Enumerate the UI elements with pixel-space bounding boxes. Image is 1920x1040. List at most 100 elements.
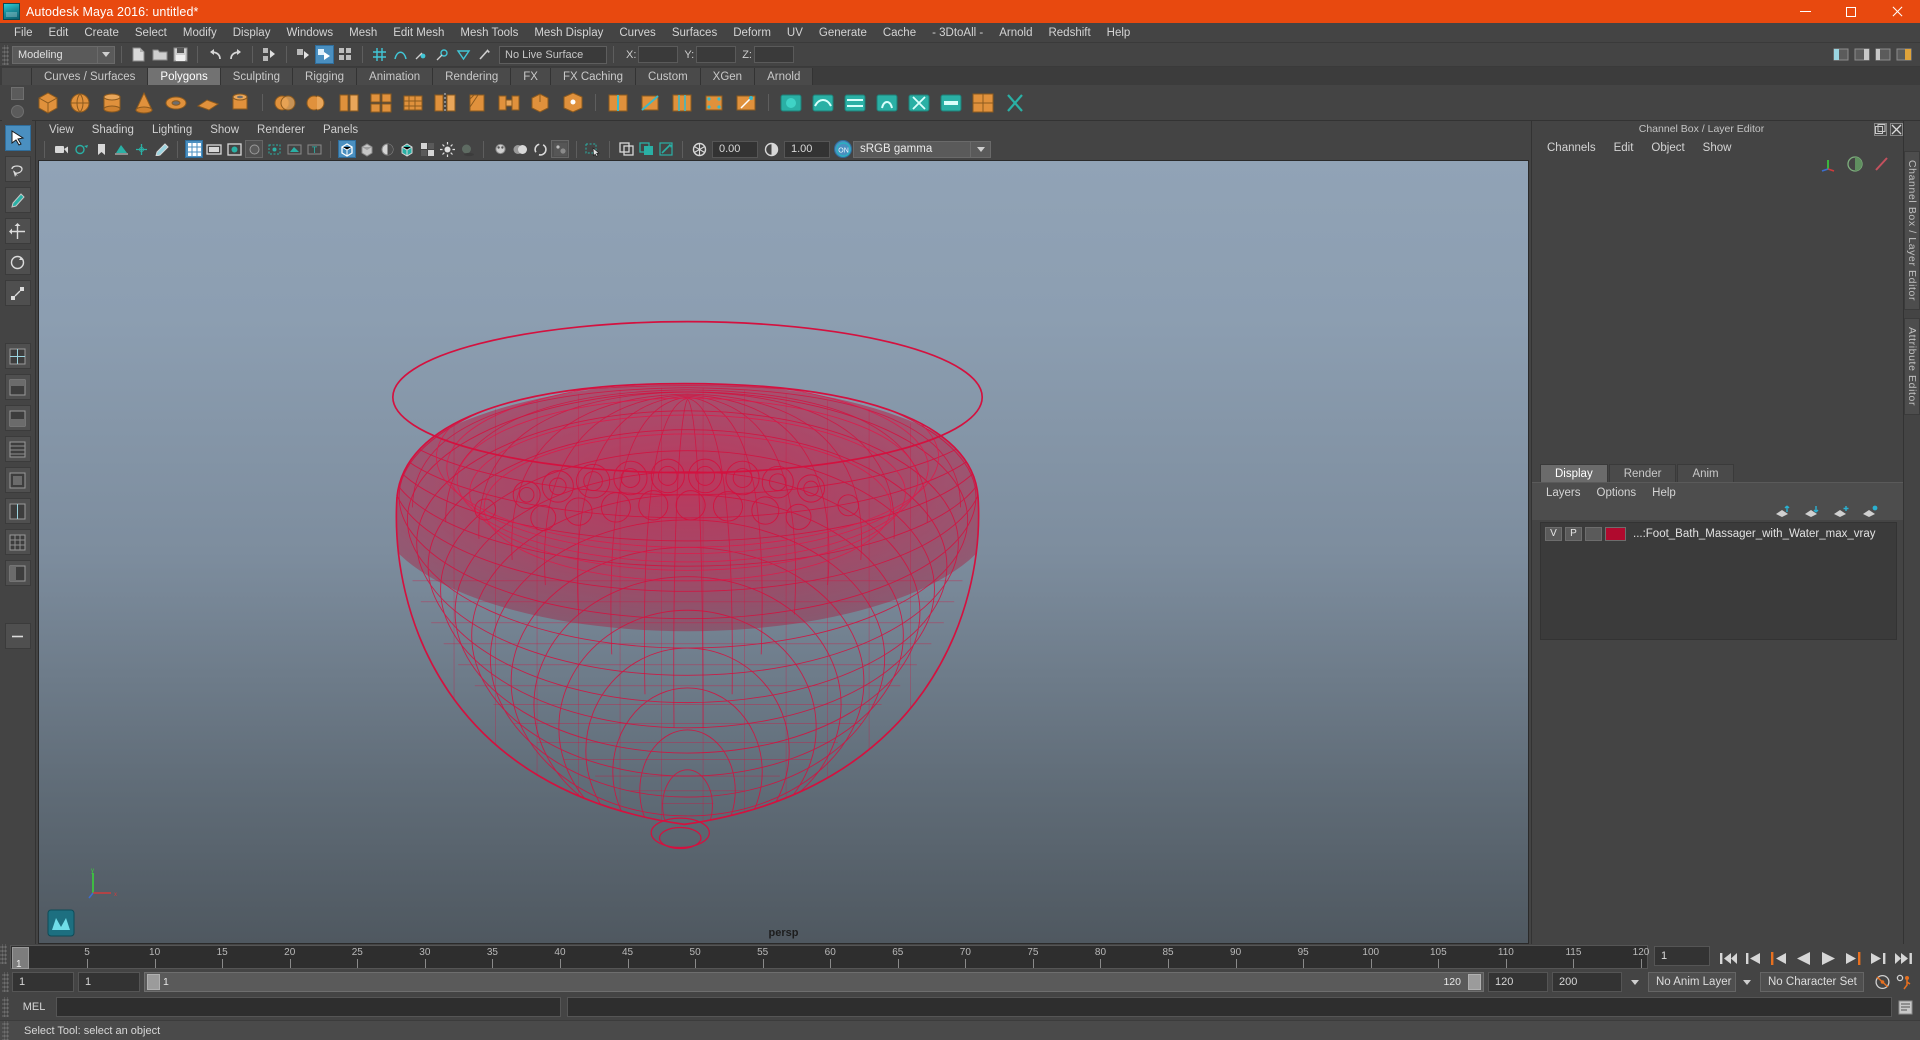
status-line-gripper[interactable]	[2, 1020, 9, 1040]
tab-display[interactable]: Display	[1540, 464, 1608, 482]
save-scene-button[interactable]	[171, 45, 190, 64]
smooth-shade-selected-icon[interactable]	[378, 140, 396, 158]
rotate-tool-button[interactable]	[4, 249, 31, 275]
playback-range-slider[interactable]: 1 120	[144, 972, 1484, 992]
layout-two-pane-button[interactable]	[4, 498, 31, 524]
anim-layer-dropdown-button[interactable]	[1626, 972, 1644, 992]
dock-tab-attribute-editor[interactable]: Attribute Editor	[1904, 318, 1920, 416]
extrude-icon[interactable]	[526, 88, 556, 118]
menu-curves[interactable]: Curves	[611, 24, 663, 42]
bookmark-icon[interactable]	[92, 140, 110, 158]
grease-pencil-icon[interactable]	[152, 140, 170, 158]
multisample-antialiasing-icon[interactable]	[531, 140, 549, 158]
sphere-half-icon[interactable]	[1846, 155, 1864, 173]
pinch-sculpt-icon[interactable]	[904, 88, 934, 118]
panel-menu-view[interactable]: View	[40, 122, 83, 138]
script-language-label[interactable]: MEL	[12, 1001, 56, 1013]
gamma-field[interactable]: 1.00	[784, 140, 830, 158]
maximize-button[interactable]	[1828, 0, 1874, 23]
two-d-pan-zoom-icon[interactable]	[132, 140, 150, 158]
go-to-start-icon[interactable]	[1718, 948, 1739, 968]
channel-menu-show[interactable]: Show	[1694, 140, 1741, 156]
move-tool-button[interactable]	[4, 218, 31, 244]
shelf-tab-fx[interactable]: FX	[511, 68, 551, 85]
show-hide-attribute-editor-icon[interactable]	[1852, 45, 1871, 64]
polygon-cube-icon[interactable]	[33, 88, 63, 118]
axis-z-field[interactable]	[753, 46, 794, 63]
menu-mesh-display[interactable]: Mesh Display	[526, 24, 611, 42]
shelf-tab-curves-surfaces[interactable]: Curves / Surfaces	[32, 68, 149, 85]
color-profile-dropdown-button[interactable]	[971, 140, 991, 158]
insert-edge-loop-icon[interactable]	[603, 88, 633, 118]
layout-four-view-button[interactable]	[4, 343, 31, 369]
shelf-tab-rigging[interactable]: Rigging	[293, 68, 358, 85]
command-input-field[interactable]	[56, 997, 561, 1017]
shelf-tab-custom[interactable]: Custom	[636, 68, 701, 85]
menu-cache[interactable]: Cache	[875, 24, 924, 42]
extract-icon[interactable]	[334, 88, 364, 118]
display-texture-borders-icon[interactable]	[617, 140, 635, 158]
shelf-tab-polygons[interactable]: Polygons	[148, 68, 221, 85]
exposure-icon[interactable]	[690, 140, 708, 158]
grid-toggle-icon[interactable]	[185, 140, 203, 158]
sculpt-tool-icon[interactable]	[776, 88, 806, 118]
auto-keyframe-icon[interactable]	[1872, 972, 1893, 992]
playback-end-field[interactable]: 200	[1552, 972, 1622, 992]
menu-generate[interactable]: Generate	[811, 24, 875, 42]
axis-gizmo-icon[interactable]	[1819, 155, 1837, 173]
layer-row[interactable]: V P ...:Foot_Bath_Massager_with_Water_ma…	[1541, 526, 1896, 541]
time-slider-gripper[interactable]	[0, 944, 7, 964]
polygon-pipe-icon[interactable]	[225, 88, 255, 118]
play-backwards-icon[interactable]	[1793, 948, 1814, 968]
separate-icon[interactable]	[302, 88, 332, 118]
layer-name-label[interactable]: ...:Foot_Bath_Massager_with_Water_max_vr…	[1633, 528, 1875, 540]
step-back-frame-icon[interactable]	[1768, 948, 1789, 968]
shelf-tab-xgen[interactable]: XGen	[700, 68, 756, 85]
move-layer-down-icon[interactable]	[1804, 505, 1821, 518]
shelf-options-button[interactable]	[2, 68, 32, 85]
smooth-shade-all-icon[interactable]	[358, 140, 376, 158]
shelf-tab-fx-caching[interactable]: FX Caching	[550, 68, 637, 85]
layout-hypershade-button[interactable]	[4, 436, 31, 462]
combine-icon[interactable]	[270, 88, 300, 118]
polygon-plane-icon[interactable]	[193, 88, 223, 118]
panel-drag-handle-right[interactable]	[1770, 128, 1865, 130]
range-slider-start-handle[interactable]	[147, 974, 160, 990]
play-forwards-icon[interactable]	[1818, 948, 1839, 968]
undo-button[interactable]	[205, 45, 224, 64]
quad-draw-icon[interactable]	[699, 88, 729, 118]
gate-mask-icon[interactable]	[245, 140, 263, 158]
paint-select-tool-button[interactable]	[4, 187, 31, 213]
redo-button[interactable]	[226, 45, 245, 64]
new-scene-button[interactable]	[129, 45, 148, 64]
shelf-add-icon[interactable]	[10, 105, 24, 118]
shelf-tab-arnold[interactable]: Arnold	[755, 68, 814, 85]
menu-3dtoall[interactable]: - 3DtoAll -	[924, 24, 991, 42]
flatten-sculpt-icon[interactable]	[936, 88, 966, 118]
panel-menu-renderer[interactable]: Renderer	[248, 122, 314, 138]
scale-tool-button[interactable]	[4, 280, 31, 306]
character-set-selector[interactable]: No Character Set	[1760, 972, 1864, 992]
booleans-icon[interactable]	[366, 88, 396, 118]
menu-arnold[interactable]: Arnold	[991, 24, 1040, 42]
panel-menu-show[interactable]: Show	[201, 122, 248, 138]
show-hide-modeling-toolkit-icon[interactable]	[1831, 45, 1850, 64]
screen-space-ao-icon[interactable]	[491, 140, 509, 158]
menu-surfaces[interactable]: Surfaces	[664, 24, 725, 42]
panel-menu-lighting[interactable]: Lighting	[143, 122, 201, 138]
menu-modify[interactable]: Modify	[175, 24, 225, 42]
menu-redshift[interactable]: Redshift	[1040, 24, 1098, 42]
menu-file[interactable]: File	[6, 24, 41, 42]
current-frame-field[interactable]: 1	[1654, 946, 1710, 966]
go-to-end-icon[interactable]	[1893, 948, 1914, 968]
layer-color-swatch[interactable]	[1605, 526, 1626, 541]
close-panel-icon[interactable]	[1890, 122, 1903, 136]
bridge-icon[interactable]	[494, 88, 524, 118]
panel-drag-handle-left[interactable]	[1538, 128, 1633, 130]
image-plane-icon[interactable]	[112, 140, 130, 158]
layer-menu-options[interactable]: Options	[1589, 485, 1645, 501]
motion-blur-icon[interactable]	[511, 140, 529, 158]
cut-uv-edges-icon[interactable]	[1000, 88, 1030, 118]
anim-layer-selector[interactable]: No Anim Layer	[1648, 972, 1736, 992]
live-surface-field[interactable]: No Live Surface	[499, 45, 607, 64]
